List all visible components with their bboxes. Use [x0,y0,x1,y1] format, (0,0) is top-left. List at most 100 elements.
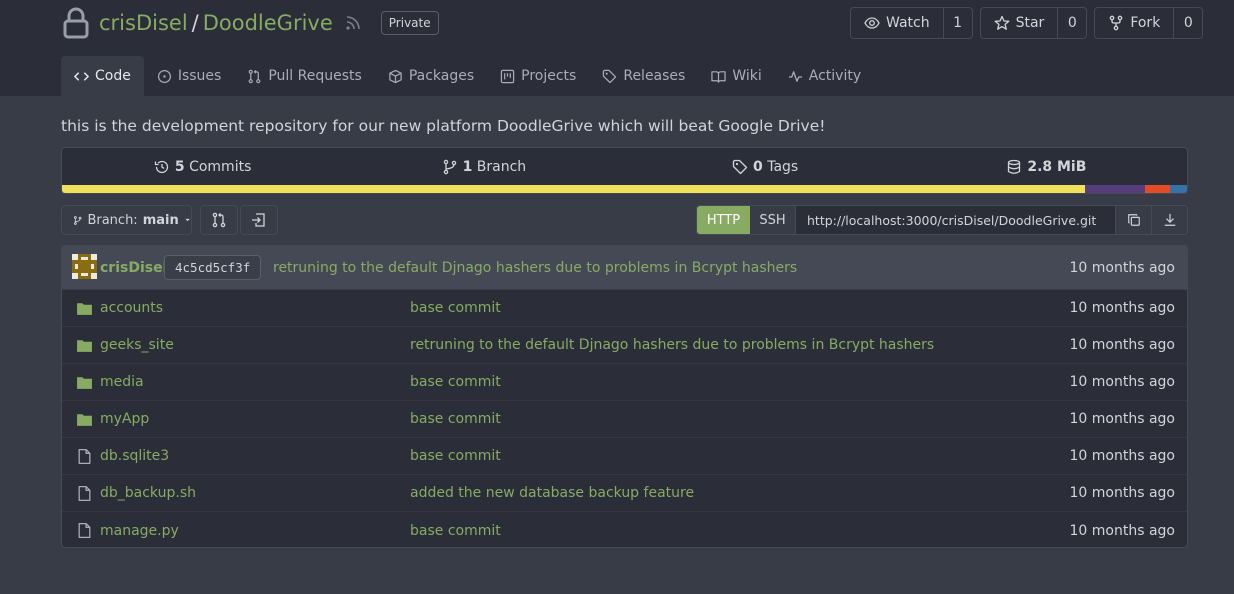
repo-separator: / [191,11,199,35]
tab-pull-requests[interactable]: Pull Requests [234,56,374,96]
private-badge: Private [380,11,439,35]
file-time: 10 months ago [1069,522,1175,539]
tab-code[interactable]: Code [61,56,144,96]
file-time: 10 months ago [1069,411,1175,427]
star-count[interactable]: 0 [1058,8,1086,38]
file-commit-link[interactable]: base commit [410,523,501,539]
repo-header: crisDisel / DoodleGrive Private Watch 1 [0,0,1234,96]
eye-icon [864,17,880,29]
branch-selector-label: Branch: [87,212,138,228]
latest-commit-row: crisDisel 4c5cd5cf3f retruning to the de… [62,246,1187,290]
commit-author[interactable]: crisDisel [100,260,167,276]
folder-icon [77,302,92,315]
fork-icon [1109,15,1123,31]
file-time: 10 months ago [1069,337,1175,353]
folder-icon [77,339,92,352]
file-commit-link[interactable]: base commit [410,411,501,427]
file-enter-icon [252,213,265,227]
caret-down-icon [185,218,190,222]
file-commit-link[interactable]: added the new database backup feature [410,485,694,501]
tab-activity[interactable]: Activity [775,56,874,96]
fork-count[interactable]: 0 [1174,8,1202,38]
file-commit-link[interactable]: base commit [410,300,501,316]
branch-icon [73,215,82,225]
commit-message[interactable]: retruning to the default Djnago hashers … [273,260,797,276]
issue-icon [157,69,171,83]
file-commit-link[interactable]: base commit [410,448,501,464]
file-name-link[interactable]: myApp [100,411,149,427]
repo-size: 2.8 MiB [1027,158,1087,175]
file-row: db_backup.sh added the new database backu… [62,475,1187,512]
file-name-link[interactable]: db.sqlite3 [100,448,169,464]
repo-toolbar: Branch: main HTTP SSH [61,205,1188,235]
file-name-link[interactable]: manage.py [100,523,179,539]
tab-releases[interactable]: Releases [589,56,698,96]
commits-label: Commits [189,158,252,175]
size-stat: 2.8 MiB [906,159,1187,175]
ssh-protocol-button[interactable]: SSH [750,206,796,234]
language-bar [62,185,1187,193]
tab-projects[interactable]: Projects [487,56,589,96]
tab-wiki[interactable]: Wiki [698,56,774,96]
language-bar-segment [1084,185,1146,193]
file-row: geeks_site retruning to the default Djnag… [62,327,1187,364]
tab-wiki-label: Wiki [732,68,762,84]
watch-group: Watch 1 [850,7,973,39]
rss-icon[interactable] [345,15,361,31]
copy-url-button[interactable] [1115,206,1151,234]
fork-group: Fork 0 [1094,7,1204,39]
file-time: 10 months ago [1069,485,1175,501]
repo-owner-link[interactable]: crisDisel [99,11,188,35]
watch-count[interactable]: 1 [944,8,972,38]
tab-activity-label: Activity [808,68,862,84]
download-icon [1164,213,1175,226]
copy-icon [1127,214,1140,226]
compare-button[interactable] [200,205,238,235]
file-row: db.sqlite3 base commit 10 months ago [62,438,1187,475]
file-name-link[interactable]: db_backup.sh [100,485,196,501]
tags-stat[interactable]: 0 Tags [625,159,906,175]
tags-label: Tags [767,158,799,175]
file-commit-link[interactable]: base commit [410,374,501,390]
language-bar-segment [1145,185,1171,193]
tags-count: 0 [753,158,763,175]
branches-stat[interactable]: 1 Branch [343,159,624,175]
folder-icon [77,413,92,426]
database-icon [1008,159,1021,174]
file-time: 10 months ago [1069,448,1175,464]
commits-count: 5 [174,158,185,175]
branches-label: Branch [476,158,527,175]
language-bar-segment [1170,185,1187,193]
branch-selector[interactable]: Branch: main [61,205,192,235]
star-button[interactable]: Star [981,8,1059,38]
watch-label: Watch [886,15,930,31]
branch-selector-value: main [142,212,179,228]
tab-pull-requests-label: Pull Requests [268,68,362,84]
file-row: manage.py base commit 10 months ago [62,512,1187,547]
repo-title: crisDisel / DoodleGrive Private [61,6,439,40]
commit-sha[interactable]: 4c5cd5cf3f [164,255,262,280]
file-name-link[interactable]: geeks_site [100,337,174,353]
pulse-icon [788,70,802,82]
download-button[interactable] [1151,206,1187,234]
http-protocol-button[interactable]: HTTP [697,206,750,234]
tag-icon [732,159,748,174]
star-label: Star [1015,15,1045,31]
file-commit-link[interactable]: retruning to the default Djnago hashers … [410,337,934,353]
tab-packages[interactable]: Packages [375,56,487,96]
tab-issues-label: Issues [177,68,222,84]
file-name-link[interactable]: media [100,374,144,390]
repo-name-link[interactable]: DoodleGrive [203,11,333,35]
book-icon [711,70,727,83]
commits-stat[interactable]: 5 Commits [62,159,343,175]
fork-button[interactable]: Fork [1095,8,1175,38]
go-to-file-button[interactable] [240,205,278,235]
watch-button[interactable]: Watch [851,8,944,38]
folder-icon [77,376,92,389]
file-name-link[interactable]: accounts [100,300,163,316]
avatar[interactable] [72,254,97,279]
clone-url-input[interactable] [796,206,1115,234]
pull-request-icon [212,212,226,228]
tag-icon [603,69,617,83]
tab-issues[interactable]: Issues [144,56,235,96]
